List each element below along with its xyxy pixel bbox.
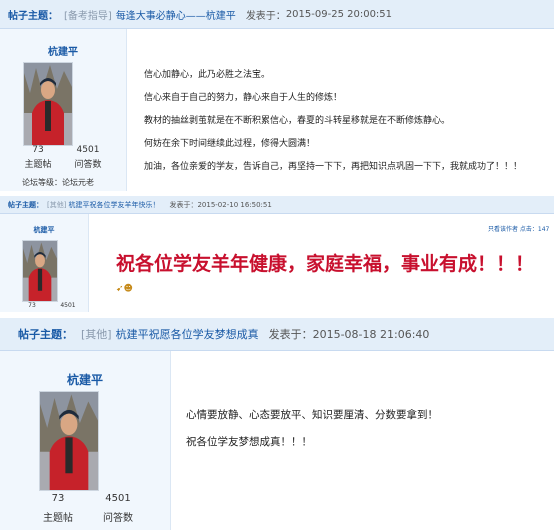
avatar[interactable]	[39, 391, 99, 491]
avatar[interactable]	[23, 62, 73, 146]
category-link[interactable]: [备考指导]	[64, 7, 112, 22]
author-name[interactable]: 杭建平	[0, 371, 170, 388]
post-content: 祝各位学友羊年健康，家庭幸福，事业有成！！！	[116, 253, 535, 275]
content-line: 信心来自于自己的努力，静心来自于人生的修炼！	[144, 93, 343, 103]
content-line: 教材的抽丝剥茧就是在不断积累信心，春夏的斗转星移就是在不断修炼静心。	[144, 116, 451, 126]
questions-label: 问答数	[74, 160, 102, 170]
questions-count: 4501	[60, 302, 76, 309]
questions-label: 问答数	[103, 513, 133, 524]
questions-count: 4501	[76, 145, 100, 155]
posted-time: 2015-02-10 16:50:51	[197, 200, 272, 209]
topic-label: 帖子主题：	[8, 200, 43, 209]
posted-prefix: 发表于：	[169, 200, 198, 209]
posts-label: 主题帖	[24, 160, 52, 170]
questions-count: 4501	[105, 493, 131, 504]
post-1: 帖子主题： [备考指导] 每逢大事必静心——杭建平 发表于： 2015-09-2…	[0, 0, 554, 192]
post-3: 帖子主题： [其他] 杭建平祝愿各位学友梦想成真 发表于： 2015-08-18…	[0, 318, 554, 530]
post-header: 帖子主题： [其他] 杭建平祝各位学友羊年快乐！ 发表于： 2015-02-10…	[0, 196, 554, 214]
post-content: 信心加静心，此乃必胜之法宝。 信心来自于自己的努力，静心来自于人生的修炼！ 教材…	[144, 64, 522, 179]
post-title-link[interactable]: 每逢大事必静心——杭建平	[116, 7, 236, 22]
content-line: 信心加静心，此乃必胜之法宝。	[144, 70, 271, 80]
post-header: 帖子主题： [其他] 杭建平祝愿各位学友梦想成真 发表于： 2015-08-18…	[0, 318, 554, 351]
content-line: 加油，各位亲爱的学友，告诉自己，再坚持一下下，再把知识点巩固一下下，我就成功了！…	[144, 162, 523, 172]
avatar-photo	[40, 392, 98, 490]
content-line: 何妨在余下时间继续此过程，修得大圆满！	[144, 139, 316, 149]
posts-count: 73	[51, 493, 65, 504]
posts-count: 73	[32, 145, 44, 155]
posted-prefix: 发表于：	[268, 328, 313, 341]
posts-label: 主题帖	[43, 513, 73, 524]
post-content: 心情要放静、心态要放平、知识要厘清、分数要拿到！ 祝各位学友梦想成真！！！	[186, 402, 438, 456]
avatar-photo	[24, 63, 72, 145]
category-link[interactable]: [其他]	[47, 200, 66, 210]
posted-prefix: 发表于：	[245, 10, 286, 22]
author-name[interactable]: 杭建平	[0, 43, 126, 58]
topic-label: 帖子主题：	[18, 328, 73, 341]
view-author-only-link[interactable]: 只看该作者 点击：147	[488, 224, 549, 233]
avatar[interactable]	[22, 240, 58, 302]
emoticon-icon: ➹☻	[116, 284, 133, 294]
topic-label: 帖子主题：	[8, 10, 58, 22]
author-sidebar: 杭建平 73 4501	[0, 214, 89, 312]
avatar-photo	[23, 241, 57, 301]
author-sidebar: 杭建平 73 4501 主题帖 问答数 论坛等级：论坛元老	[0, 29, 127, 191]
author-sidebar: 杭建平 73 4501 主题帖 问答数	[0, 351, 171, 530]
category-link[interactable]: [其他]	[81, 326, 112, 342]
posted-time: 2015-09-25 20:00:51	[285, 8, 393, 20]
post-title-link[interactable]: 杭建平祝愿各位学友梦想成真	[116, 326, 259, 342]
forum-level: 论坛等级：论坛元老	[22, 178, 94, 187]
post-header: 帖子主题： [备考指导] 每逢大事必静心——杭建平 发表于： 2015-09-2…	[0, 0, 554, 29]
post-title-link[interactable]: 杭建平祝各位学友羊年快乐！	[68, 200, 159, 210]
content-line: 祝各位学友梦想成真！！！	[186, 436, 312, 448]
content-line: 心情要放静、心态要放平、知识要厘清、分数要拿到！	[186, 409, 438, 421]
author-name[interactable]: 杭建平	[0, 225, 88, 235]
posts-count: 73	[28, 302, 36, 309]
post-2: 帖子主题： [其他] 杭建平祝各位学友羊年快乐！ 发表于： 2015-02-10…	[0, 196, 554, 312]
posted-time: 2015-08-18 21:06:40	[312, 327, 430, 341]
